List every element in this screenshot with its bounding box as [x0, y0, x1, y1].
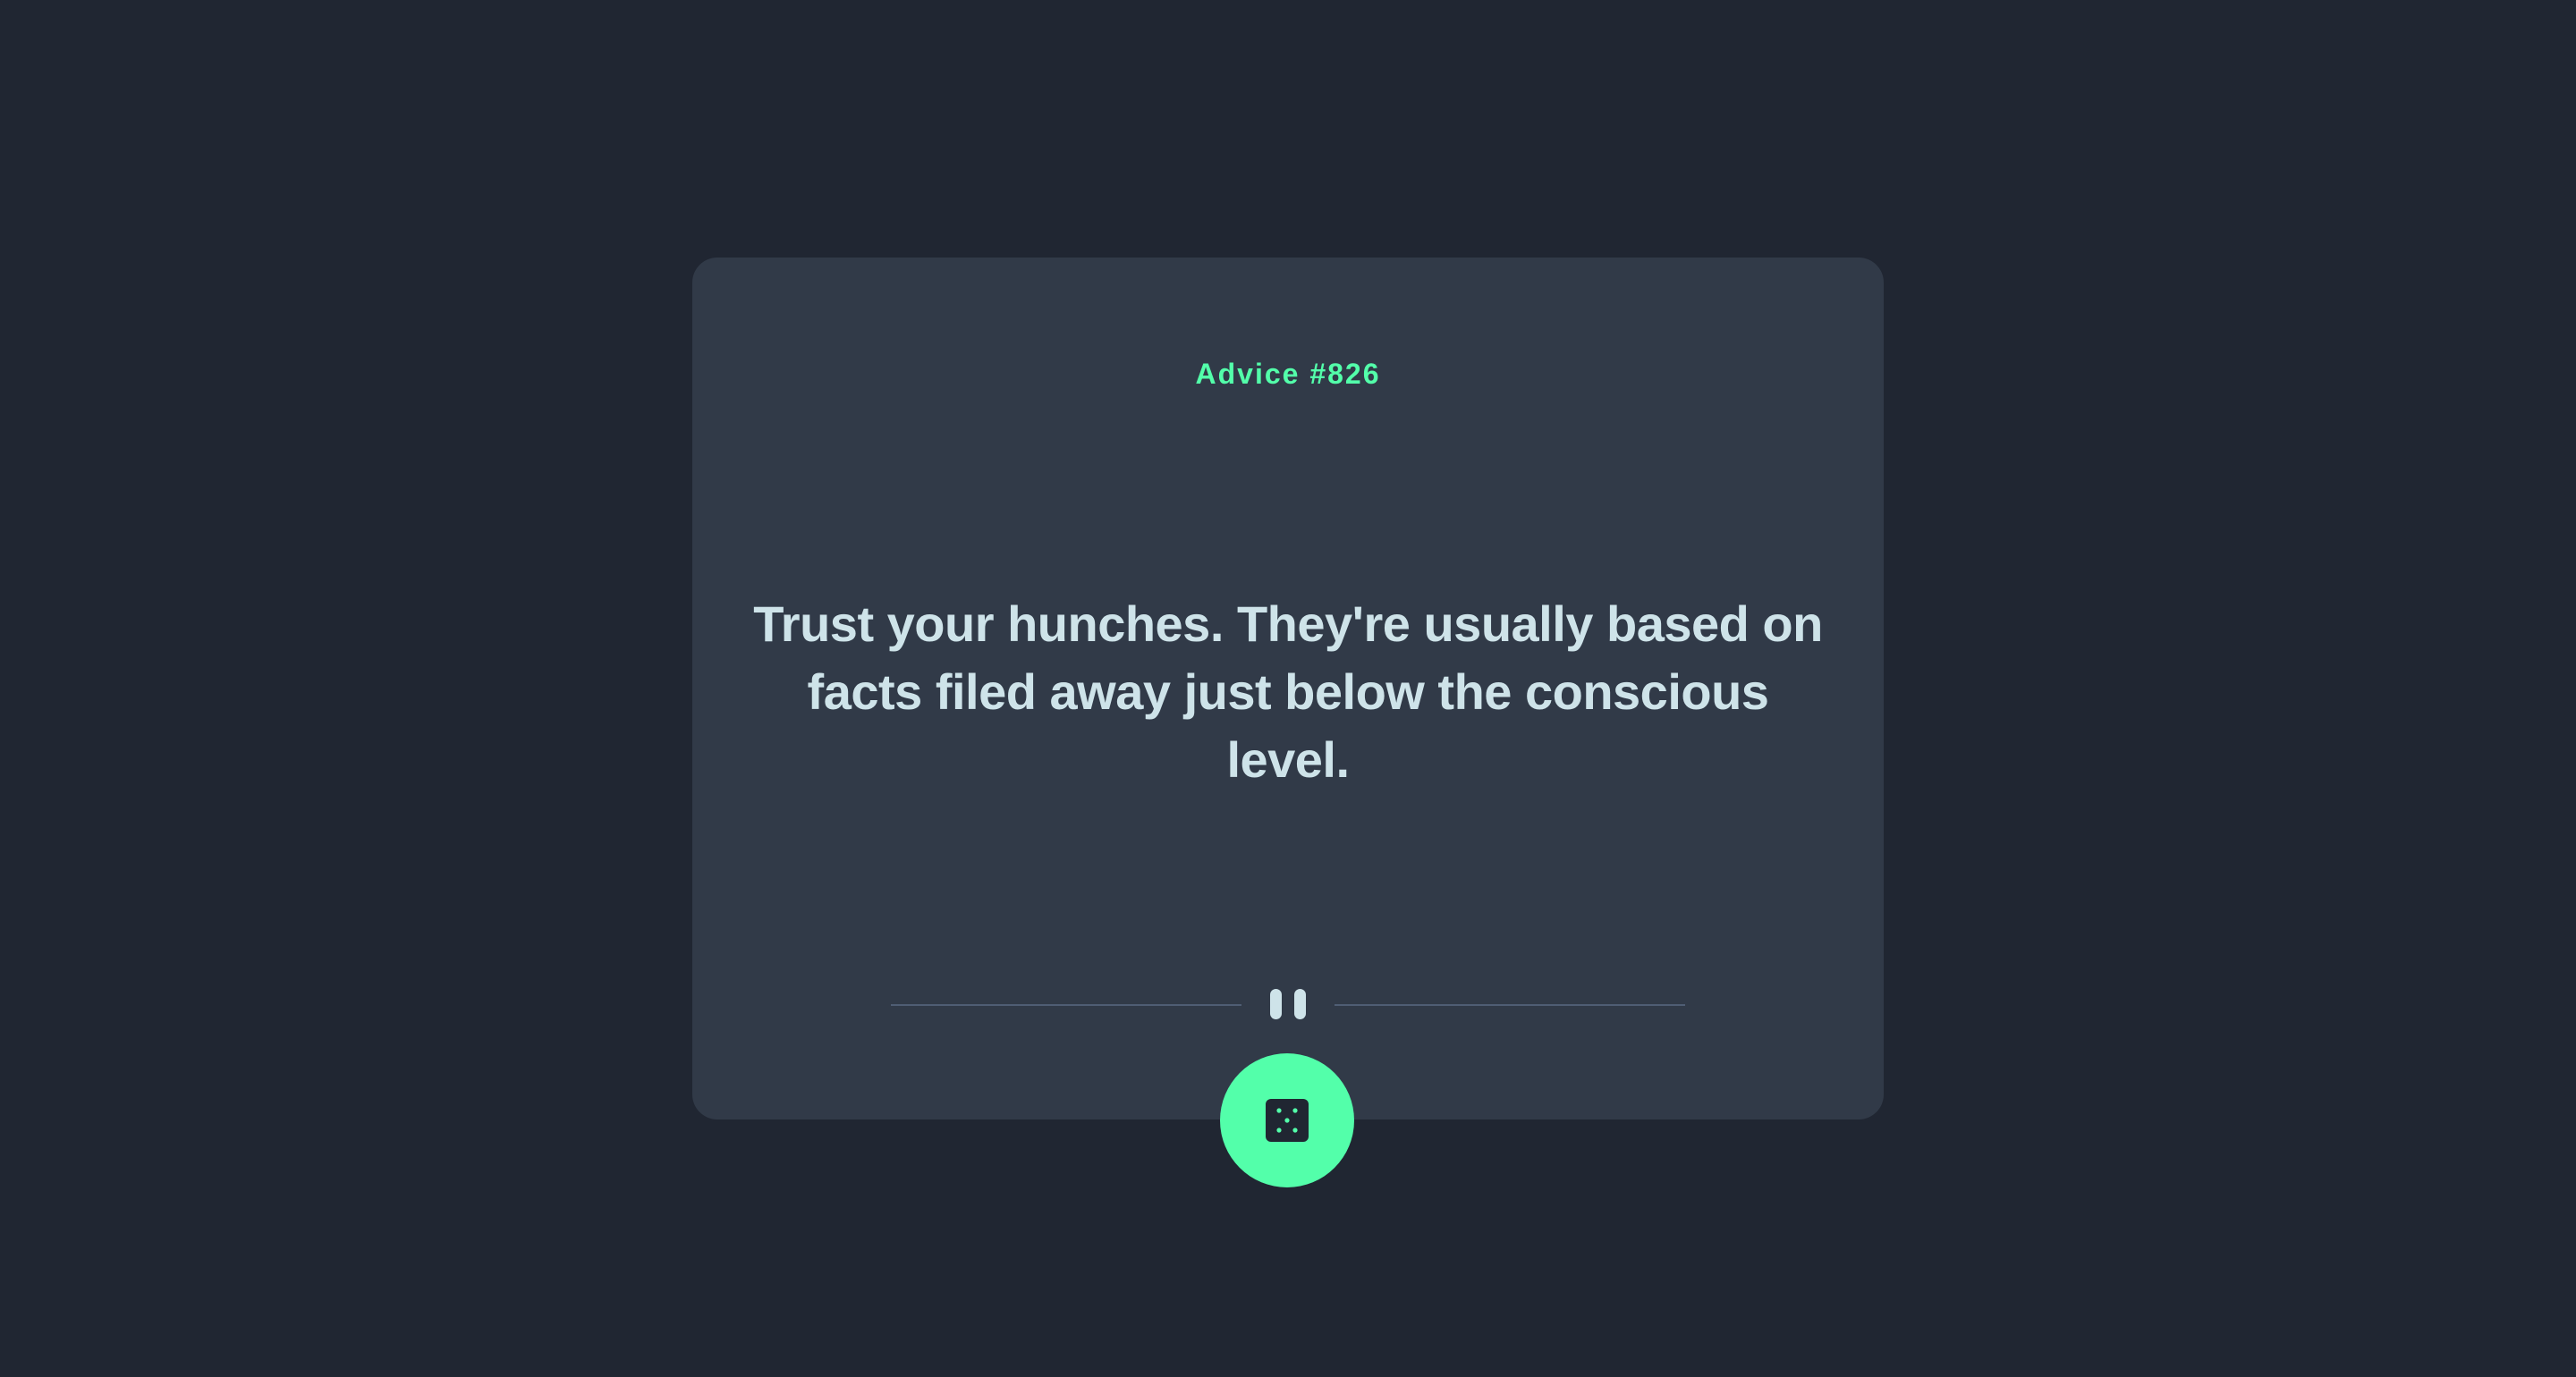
- advice-id-label: Advice #826: [1195, 358, 1381, 390]
- dice-icon: [1266, 1099, 1309, 1142]
- advice-quote: Trust your hunches. They're usually base…: [753, 596, 1823, 788]
- pause-icon: [1270, 989, 1306, 1019]
- roll-dice-button[interactable]: [1220, 1053, 1354, 1187]
- divider: [891, 987, 1685, 1021]
- divider-line-left: [891, 1004, 1241, 1006]
- divider-line-right: [1335, 1004, 1685, 1006]
